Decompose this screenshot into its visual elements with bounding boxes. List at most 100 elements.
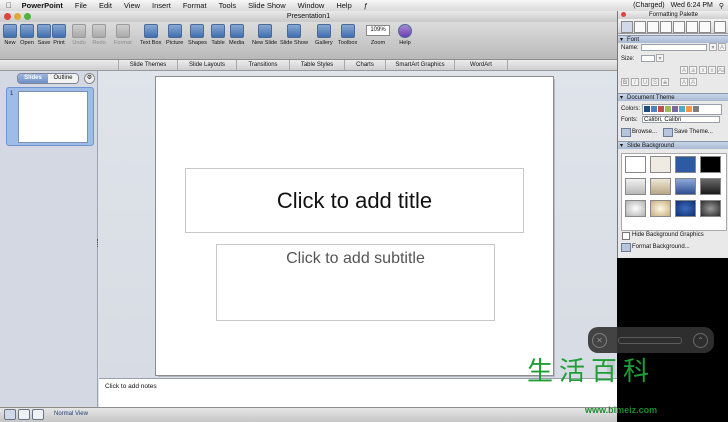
font-section-header[interactable]: Font bbox=[618, 35, 728, 44]
menu-slide-show[interactable]: Slide Show bbox=[242, 1, 292, 10]
format-painter-button[interactable]: Format bbox=[114, 24, 132, 46]
slide-show-button[interactable]: Slide Show bbox=[280, 24, 308, 46]
tab-outline[interactable]: Outline bbox=[48, 74, 78, 83]
menu-format[interactable]: Format bbox=[177, 1, 213, 10]
menu-file[interactable]: File bbox=[69, 1, 93, 10]
open-button[interactable]: Open bbox=[20, 24, 34, 46]
scrapbook-tab-icon[interactable] bbox=[660, 21, 672, 33]
shapes-button[interactable]: Shapes bbox=[188, 24, 207, 46]
undo-button[interactable]: Undo bbox=[72, 24, 86, 46]
save-theme-button[interactable]: Save Theme... bbox=[674, 129, 713, 135]
tab-charts[interactable]: Charts bbox=[344, 60, 385, 70]
background-style-swatch[interactable] bbox=[625, 200, 646, 217]
background-style-swatch[interactable] bbox=[700, 156, 721, 173]
overlay-close-icon[interactable]: ✕ bbox=[592, 333, 607, 348]
new-slide-button[interactable]: New Slide bbox=[252, 24, 277, 46]
background-style-swatch[interactable] bbox=[675, 200, 696, 217]
script-icon[interactable]: ƒ bbox=[358, 1, 374, 10]
minimize-window-icon[interactable] bbox=[14, 13, 21, 20]
superscript-icon[interactable]: x bbox=[699, 66, 707, 74]
font-name-dropdown-icon[interactable]: ▾ bbox=[709, 43, 717, 51]
menu-app-name[interactable]: PowerPoint bbox=[18, 1, 69, 10]
project-palette-tab-icon[interactable] bbox=[699, 21, 711, 33]
normal-view-icon[interactable] bbox=[4, 409, 16, 420]
grow-font-icon[interactable]: A bbox=[680, 66, 688, 74]
palette-settings-icon[interactable] bbox=[714, 21, 726, 33]
tab-smartart-graphics[interactable]: SmartArt Graphics bbox=[385, 60, 454, 70]
formatting-palette-tab-icon[interactable] bbox=[621, 21, 633, 33]
menu-help[interactable]: Help bbox=[330, 1, 357, 10]
redo-button[interactable]: Redo bbox=[92, 24, 106, 46]
format-background-button[interactable]: Format Background... bbox=[632, 244, 690, 250]
tab-slide-layouts[interactable]: Slide Layouts bbox=[177, 60, 236, 70]
font-size-field[interactable] bbox=[641, 55, 655, 62]
new-button[interactable]: New bbox=[3, 24, 17, 46]
browse-themes-button[interactable]: Browse... bbox=[632, 129, 657, 135]
background-style-swatch[interactable] bbox=[650, 178, 671, 195]
overlay-expand-icon[interactable]: ⌃ bbox=[693, 333, 708, 348]
print-button[interactable]: Print bbox=[52, 24, 66, 46]
font-size-dropdown-icon[interactable]: ▾ bbox=[656, 54, 664, 62]
background-style-swatch[interactable] bbox=[625, 156, 646, 173]
font-color-icon[interactable]: A bbox=[718, 43, 726, 51]
compatibility-report-tab-icon[interactable] bbox=[686, 21, 698, 33]
font-name-field[interactable] bbox=[641, 44, 707, 51]
slide-background-section-header[interactable]: Slide Background bbox=[618, 141, 728, 150]
background-style-swatch[interactable] bbox=[650, 200, 671, 217]
gallery-button[interactable]: Gallery bbox=[315, 24, 333, 46]
battery-status[interactable]: (Charged) bbox=[633, 2, 665, 9]
reference-tools-tab-icon[interactable] bbox=[673, 21, 685, 33]
save-button[interactable]: Save bbox=[37, 24, 51, 46]
apple-icon[interactable]:  bbox=[0, 1, 18, 10]
spotlight-icon[interactable]: ⚲ bbox=[719, 2, 724, 10]
menu-edit[interactable]: Edit bbox=[93, 1, 118, 10]
clock[interactable]: Wed 6:24 PM bbox=[671, 2, 713, 9]
title-placeholder[interactable]: Click to add title bbox=[185, 168, 524, 233]
text-box-button[interactable]: Text Box bbox=[140, 24, 161, 46]
underline-icon[interactable]: U bbox=[641, 78, 649, 86]
subscript-icon[interactable]: x bbox=[708, 66, 716, 74]
background-style-swatch[interactable] bbox=[675, 178, 696, 195]
shrink-font-icon[interactable]: a bbox=[689, 66, 697, 74]
menu-window[interactable]: Window bbox=[292, 1, 331, 10]
character-spacing-icon[interactable]: A bbox=[680, 78, 688, 86]
picture-button[interactable]: Picture bbox=[166, 24, 183, 46]
subtitle-placeholder[interactable]: Click to add subtitle bbox=[216, 244, 495, 321]
zoom-control[interactable]: 109% Zoom bbox=[366, 24, 390, 46]
tab-table-styles[interactable]: Table Styles bbox=[289, 60, 344, 70]
document-theme-section-header[interactable]: Document Theme bbox=[618, 93, 728, 102]
background-style-swatch[interactable] bbox=[650, 156, 671, 173]
overlay-slider[interactable] bbox=[618, 337, 682, 344]
pane-options-icon[interactable]: ⚙ bbox=[84, 73, 95, 84]
tab-slide-themes[interactable]: Slide Themes bbox=[118, 60, 177, 70]
menu-tools[interactable]: Tools bbox=[213, 1, 243, 10]
object-palette-tab-icon[interactable] bbox=[634, 21, 646, 33]
background-style-swatch[interactable] bbox=[675, 156, 696, 173]
background-style-swatch[interactable] bbox=[625, 178, 646, 195]
menu-insert[interactable]: Insert bbox=[146, 1, 177, 10]
toolbox-button[interactable]: Toolbox bbox=[338, 24, 357, 46]
highlight-icon[interactable]: A bbox=[689, 78, 697, 86]
palette-close-icon[interactable] bbox=[621, 12, 626, 17]
slide-thumbnail[interactable] bbox=[18, 91, 88, 143]
background-style-swatch[interactable] bbox=[700, 200, 721, 217]
tab-transitions[interactable]: Transitions bbox=[236, 60, 289, 70]
theme-fonts-select[interactable]: Calibri, Calibri bbox=[642, 116, 720, 123]
shadow-icon[interactable]: S bbox=[651, 78, 659, 86]
slide-sorter-view-icon[interactable] bbox=[18, 409, 30, 420]
background-style-swatch[interactable] bbox=[700, 178, 721, 195]
menu-view[interactable]: View bbox=[118, 1, 146, 10]
tab-slides[interactable]: Slides bbox=[18, 74, 48, 83]
table-button[interactable]: Table bbox=[211, 24, 225, 46]
slide-show-view-icon[interactable] bbox=[32, 409, 44, 420]
zoom-select[interactable]: 109% bbox=[366, 25, 390, 36]
close-window-icon[interactable] bbox=[4, 13, 11, 20]
tab-wordart[interactable]: WordArt bbox=[454, 60, 508, 70]
change-case-icon[interactable]: Aa bbox=[717, 66, 725, 74]
slide-thumbnail-item[interactable]: 1 bbox=[6, 87, 94, 146]
help-button[interactable]: Help bbox=[398, 24, 412, 46]
slide-canvas[interactable]: Click to add title Click to add subtitle bbox=[156, 77, 553, 375]
strikethrough-icon[interactable]: a bbox=[661, 78, 669, 86]
media-button[interactable]: Media bbox=[229, 24, 244, 46]
bold-icon[interactable]: B bbox=[621, 78, 629, 86]
